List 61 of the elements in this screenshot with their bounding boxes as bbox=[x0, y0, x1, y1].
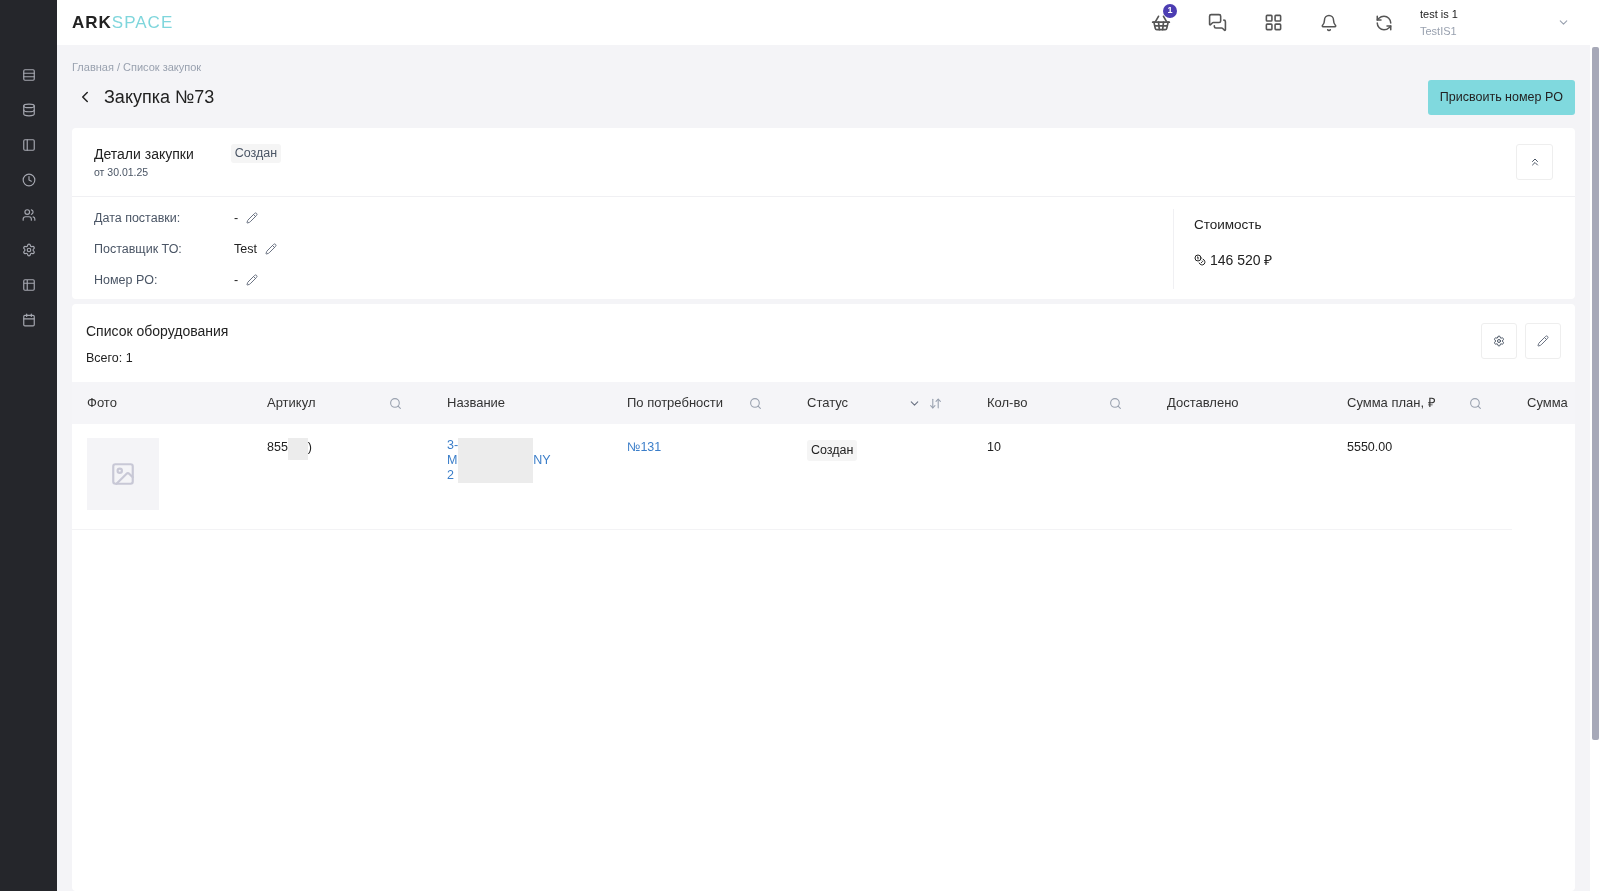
chat-icon[interactable] bbox=[1208, 13, 1227, 32]
equipment-total: Всего: 1 bbox=[86, 350, 134, 368]
settings-icon[interactable] bbox=[21, 243, 36, 257]
field-label: Поставщик ТО: bbox=[94, 240, 183, 258]
details-title: Детали закупки bbox=[94, 144, 194, 164]
equipment-title: Список оборудования bbox=[86, 322, 229, 342]
list-icon[interactable] bbox=[21, 68, 36, 82]
bell-icon[interactable] bbox=[1320, 13, 1338, 32]
field-label: Дата поставки: bbox=[94, 209, 182, 227]
breadcrumb: Главная / Список закупок bbox=[72, 60, 203, 75]
column-header: По потребности bbox=[627, 394, 723, 413]
field-label: Номер PO: bbox=[94, 271, 159, 289]
sync-icon[interactable] bbox=[1375, 13, 1393, 32]
need-link[interactable]: №131 bbox=[627, 440, 662, 454]
field-value: Test bbox=[234, 240, 257, 258]
column-header: Статус bbox=[807, 394, 849, 413]
cost-value: 146 520 ₽ bbox=[1210, 250, 1273, 270]
layout-icon[interactable] bbox=[21, 138, 36, 152]
field-value: - bbox=[234, 271, 239, 289]
coins-icon bbox=[1194, 254, 1206, 266]
column-header: Доставлено bbox=[1167, 394, 1239, 413]
column-header: Сумма план, ₽ bbox=[1347, 394, 1436, 413]
article-text: 855 bbox=[267, 439, 288, 456]
column-header: Название bbox=[447, 394, 506, 413]
column-header: Артикул bbox=[267, 394, 316, 413]
clock-icon[interactable] bbox=[21, 173, 36, 187]
name-link[interactable]: 3- bbox=[447, 438, 459, 453]
column-header: Сумма bbox=[1527, 394, 1568, 413]
image-icon bbox=[110, 461, 136, 487]
cost-title: Стоимость bbox=[1194, 216, 1263, 235]
basket-icon[interactable] bbox=[1151, 12, 1171, 33]
page-title: Закупка №73 bbox=[104, 85, 215, 109]
user-org: TestIS1 bbox=[1420, 23, 1458, 39]
logo[interactable]: ARKSPACE bbox=[72, 9, 174, 36]
cart-badge: 1 bbox=[1163, 3, 1177, 18]
database-icon[interactable] bbox=[21, 103, 36, 117]
status-badge: Создан bbox=[230, 143, 282, 163]
article-text: ) bbox=[307, 439, 313, 456]
edit-icon[interactable] bbox=[264, 243, 277, 256]
name-link[interactable]: NY bbox=[533, 453, 551, 468]
grid-icon[interactable] bbox=[1264, 13, 1283, 32]
field-value: - bbox=[234, 209, 239, 227]
edit-icon[interactable] bbox=[246, 274, 259, 287]
table-icon[interactable] bbox=[21, 278, 36, 292]
assign-po-button[interactable]: Присвоить номер PO bbox=[1427, 79, 1575, 115]
users-icon[interactable] bbox=[21, 208, 36, 222]
calendar-icon[interactable] bbox=[21, 313, 36, 327]
column-header: Фото bbox=[87, 394, 117, 413]
pencil-icon bbox=[1537, 335, 1549, 348]
column-header: Кол-во bbox=[987, 394, 1028, 413]
quantity-cell: 10 bbox=[987, 440, 1001, 454]
scrollbar[interactable] bbox=[1590, 45, 1600, 891]
sum-plan-cell: 5550.00 bbox=[1347, 440, 1393, 454]
name-link[interactable]: M bbox=[447, 453, 459, 468]
details-date: от 30.01.25 bbox=[94, 164, 150, 180]
edit-icon[interactable] bbox=[246, 212, 259, 225]
settings-button[interactable] bbox=[1481, 323, 1517, 360]
name-link[interactable]: 2 bbox=[447, 468, 459, 483]
user-name: test is 1 bbox=[1420, 7, 1459, 22]
gear-icon bbox=[1493, 335, 1505, 348]
status-badge: Создан bbox=[807, 440, 858, 461]
